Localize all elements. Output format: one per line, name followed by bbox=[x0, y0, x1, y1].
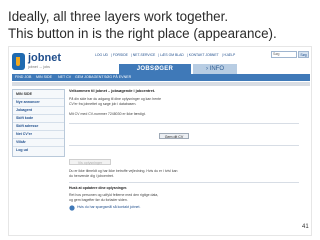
divider bbox=[69, 145, 299, 146]
intro-text-2: CV'er fra jobnettet og søge job i databa… bbox=[69, 102, 137, 106]
search-input[interactable]: Søg bbox=[271, 51, 297, 58]
welcome-heading: Velkommen til jobnet – jobsøgende i jobc… bbox=[69, 89, 156, 93]
nav-find-job[interactable]: FIND JOB bbox=[15, 75, 31, 79]
info-icon bbox=[69, 205, 75, 211]
tab-info[interactable]: › INFO bbox=[193, 64, 237, 74]
cv-status-text: Mit CV med CV-nummer 7248030 er ikke fær… bbox=[69, 112, 146, 116]
jobnet-logo[interactable]: jobnet jobnet ↔ jobs bbox=[12, 52, 61, 74]
divider bbox=[69, 123, 299, 124]
sidebar-item-change-code[interactable]: Skift kode bbox=[13, 114, 64, 121]
slide-title: Ideally, all three layers work together.… bbox=[8, 9, 308, 42]
nav-my-page[interactable]: MIN SIDE bbox=[36, 75, 52, 79]
sidebar-item-change-address[interactable]: Skift adresse bbox=[13, 122, 64, 129]
slide-title-line-2: This button in is the right place (appea… bbox=[8, 25, 277, 41]
guidance-text-2: du henvende dig i jobcentret. bbox=[69, 174, 114, 178]
instruction-text-1: Ret hos personen og udfyld felterne med … bbox=[69, 193, 159, 197]
logo-text: jobnet bbox=[28, 52, 61, 64]
logo-subtitle: jobnet ↔ jobs bbox=[28, 65, 50, 69]
jobnet-screenshot: jobnet jobnet ↔ jobs LOG UD | FORSIDE | NE… bbox=[8, 46, 312, 236]
sidebar-heading: MIN SIDE bbox=[16, 92, 32, 96]
toplink-contact[interactable]: KONTAKT JOBNET bbox=[189, 53, 219, 57]
nav-search-skills[interactable]: SØG PÅ EVNER bbox=[104, 75, 131, 79]
disabled-button[interactable]: Vis oplysninger bbox=[69, 159, 111, 165]
toplink-read[interactable]: LÆS OM BLAD bbox=[160, 53, 184, 57]
toplink-help[interactable]: HJÆLP bbox=[224, 53, 236, 57]
instruction-text-2: og gem bagefter før du forlader siden. bbox=[69, 198, 128, 202]
guidance-text-1: Du er ikke tilmeldt og har ikke betroffe… bbox=[69, 169, 178, 173]
save-cv-button[interactable]: Gem dit CV bbox=[159, 133, 189, 139]
sidebar: MIN SIDE Nye annoncer Jobagent Skift kod… bbox=[12, 89, 65, 157]
sub-bar bbox=[12, 82, 310, 86]
tab-info-label: INFO bbox=[209, 66, 224, 72]
update-heading: Husk at opdatere dine oplysninger. bbox=[69, 186, 128, 190]
search-button[interactable]: Søg bbox=[298, 51, 309, 58]
divider bbox=[69, 182, 299, 183]
sidebar-item-terms[interactable]: Vilkår bbox=[13, 138, 64, 145]
contact-link[interactable]: Hvis du har spørgsmål så kontakt jobnet. bbox=[77, 205, 140, 209]
sidebar-item-jobagent[interactable]: Jobagent bbox=[13, 106, 64, 113]
nav-save-jobagent[interactable]: GEM JOBAGENT bbox=[75, 75, 104, 79]
toplink-frontpage[interactable]: FORSIDE bbox=[113, 53, 128, 57]
sidebar-item-net-cv[interactable]: Net CV'er bbox=[13, 130, 64, 137]
slide-title-line-1: Ideally, all three layers work together. bbox=[8, 9, 229, 24]
toplink-logout[interactable]: LOG UD bbox=[95, 53, 108, 57]
tab-jobsoger[interactable]: JOBSØGER bbox=[119, 64, 191, 74]
nav-net-cv[interactable]: NET CV bbox=[58, 75, 71, 79]
intro-text-1: På din side har du adgang til dine oplys… bbox=[69, 97, 162, 101]
main-navigation: FIND JOB MIN SIDE NET CV GEM JOBAGENT SØ… bbox=[12, 74, 310, 81]
toplink-netservice[interactable]: NET-SERVICE bbox=[133, 53, 156, 57]
jobnet-logo-icon bbox=[12, 53, 25, 70]
sidebar-item-new-ads[interactable]: Nye annoncer bbox=[13, 98, 64, 105]
top-links: LOG UD | FORSIDE | NET-SERVICE | LÆS OM BLA… bbox=[95, 53, 236, 57]
page-number: 41 bbox=[302, 224, 309, 230]
sidebar-item-logout[interactable]: Log ud bbox=[13, 146, 64, 153]
